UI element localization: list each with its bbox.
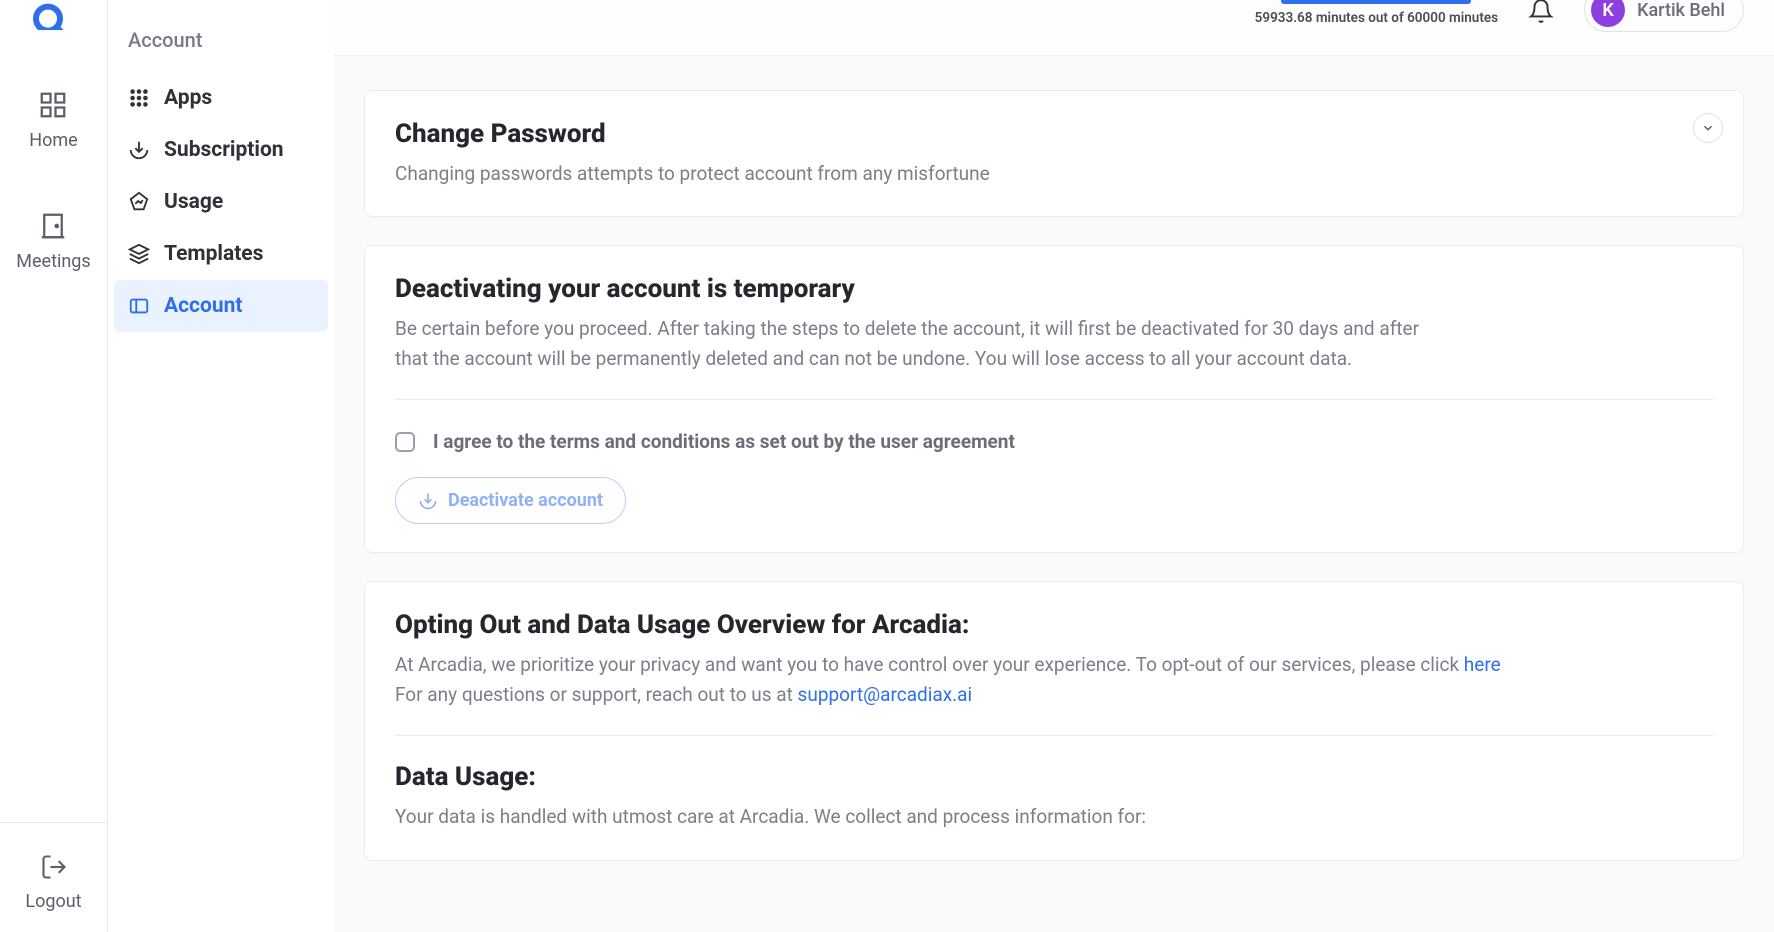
opt-out-line1: At Arcadia, we prioritize your privacy a… [395, 650, 1713, 679]
door-icon [38, 211, 68, 241]
text: For any questions or support, reach out … [395, 683, 798, 706]
apps-icon [128, 87, 150, 109]
sidebar-item-usage[interactable]: Usage [108, 176, 334, 228]
download-circle-icon [418, 491, 438, 511]
left-rail: Home Meetings Logout [0, 0, 108, 932]
user-name: Kartik Behl [1637, 0, 1725, 21]
expand-toggle[interactable] [1693, 113, 1723, 143]
agree-checkbox[interactable] [395, 432, 415, 452]
rail-item-label: Meetings [16, 251, 90, 272]
card-opt-out: Opting Out and Data Usage Overview for A… [364, 581, 1744, 860]
sidebar-item-label: Templates [164, 242, 263, 266]
logo-icon [19, 0, 89, 30]
notifications-button[interactable] [1528, 0, 1554, 28]
quota-text: 59933.68 minutes out of 60000 minutes [1255, 10, 1498, 26]
card-subtitle: Be certain before you proceed. After tak… [395, 314, 1455, 373]
sidebar-item-label: Apps [164, 86, 212, 110]
rail-item-home[interactable]: Home [16, 90, 90, 151]
card-change-password: Change Password Changing passwords attem… [364, 90, 1744, 217]
download-circle-icon [128, 139, 150, 161]
sidebar-item-subscription[interactable]: Subscription [108, 124, 334, 176]
card-title: Change Password [395, 119, 1713, 149]
user-menu[interactable]: K Kartik Behl [1584, 0, 1744, 32]
opt-out-line2: For any questions or support, reach out … [395, 680, 1713, 709]
button-label: Deactivate account [448, 490, 603, 511]
grid-icon [38, 90, 68, 120]
divider [395, 399, 1713, 400]
sidebar-item-templates[interactable]: Templates [108, 228, 334, 280]
opt-out-link[interactable]: here [1464, 653, 1501, 676]
logout-icon [40, 853, 68, 881]
text: At Arcadia, we prioritize your privacy a… [395, 653, 1464, 676]
deactivate-button[interactable]: Deactivate account [395, 477, 626, 524]
sub-sidebar-title: Account [108, 18, 334, 72]
content-scroll[interactable]: Change Password Changing passwords attem… [334, 56, 1774, 932]
rail-item-meetings[interactable]: Meetings [16, 211, 90, 272]
divider [395, 735, 1713, 736]
support-email-link[interactable]: support@arcadiax.ai [798, 683, 973, 706]
sidebar-item-account[interactable]: Account [114, 280, 328, 332]
data-usage-sub: Your data is handled with utmost care at… [395, 802, 1713, 831]
card-deactivate: Deactivating your account is temporary B… [364, 245, 1744, 553]
chart-icon [128, 191, 150, 213]
rail-item-logout[interactable]: Logout [0, 822, 107, 912]
avatar: K [1591, 0, 1625, 27]
sub-sidebar: Account Apps Subscription Usage [108, 0, 334, 932]
data-usage-title: Data Usage: [395, 762, 1713, 792]
sidebar-item-apps[interactable]: Apps [108, 72, 334, 124]
card-title: Opting Out and Data Usage Overview for A… [395, 610, 1713, 640]
main-area: 59933.68 minutes out of 60000 minutes K … [334, 0, 1774, 932]
logo [0, 0, 107, 30]
sidebar-item-label: Account [164, 294, 242, 318]
quota-progress [1281, 0, 1471, 4]
agree-label: I agree to the terms and conditions as s… [433, 430, 1015, 453]
layers-icon [128, 243, 150, 265]
quota-block: 59933.68 minutes out of 60000 minutes [1255, 0, 1498, 26]
sidebar-item-label: Subscription [164, 138, 284, 162]
bell-icon [1528, 0, 1554, 24]
card-subtitle: Changing passwords attempts to protect a… [395, 159, 1713, 188]
rail-item-label: Home [29, 130, 77, 151]
topbar: 59933.68 minutes out of 60000 minutes K … [334, 0, 1774, 56]
id-card-icon [128, 295, 150, 317]
chevron-down-icon [1701, 121, 1715, 135]
sidebar-item-label: Usage [164, 190, 223, 214]
rail-logout-label: Logout [25, 891, 81, 912]
card-title: Deactivating your account is temporary [395, 274, 1713, 304]
